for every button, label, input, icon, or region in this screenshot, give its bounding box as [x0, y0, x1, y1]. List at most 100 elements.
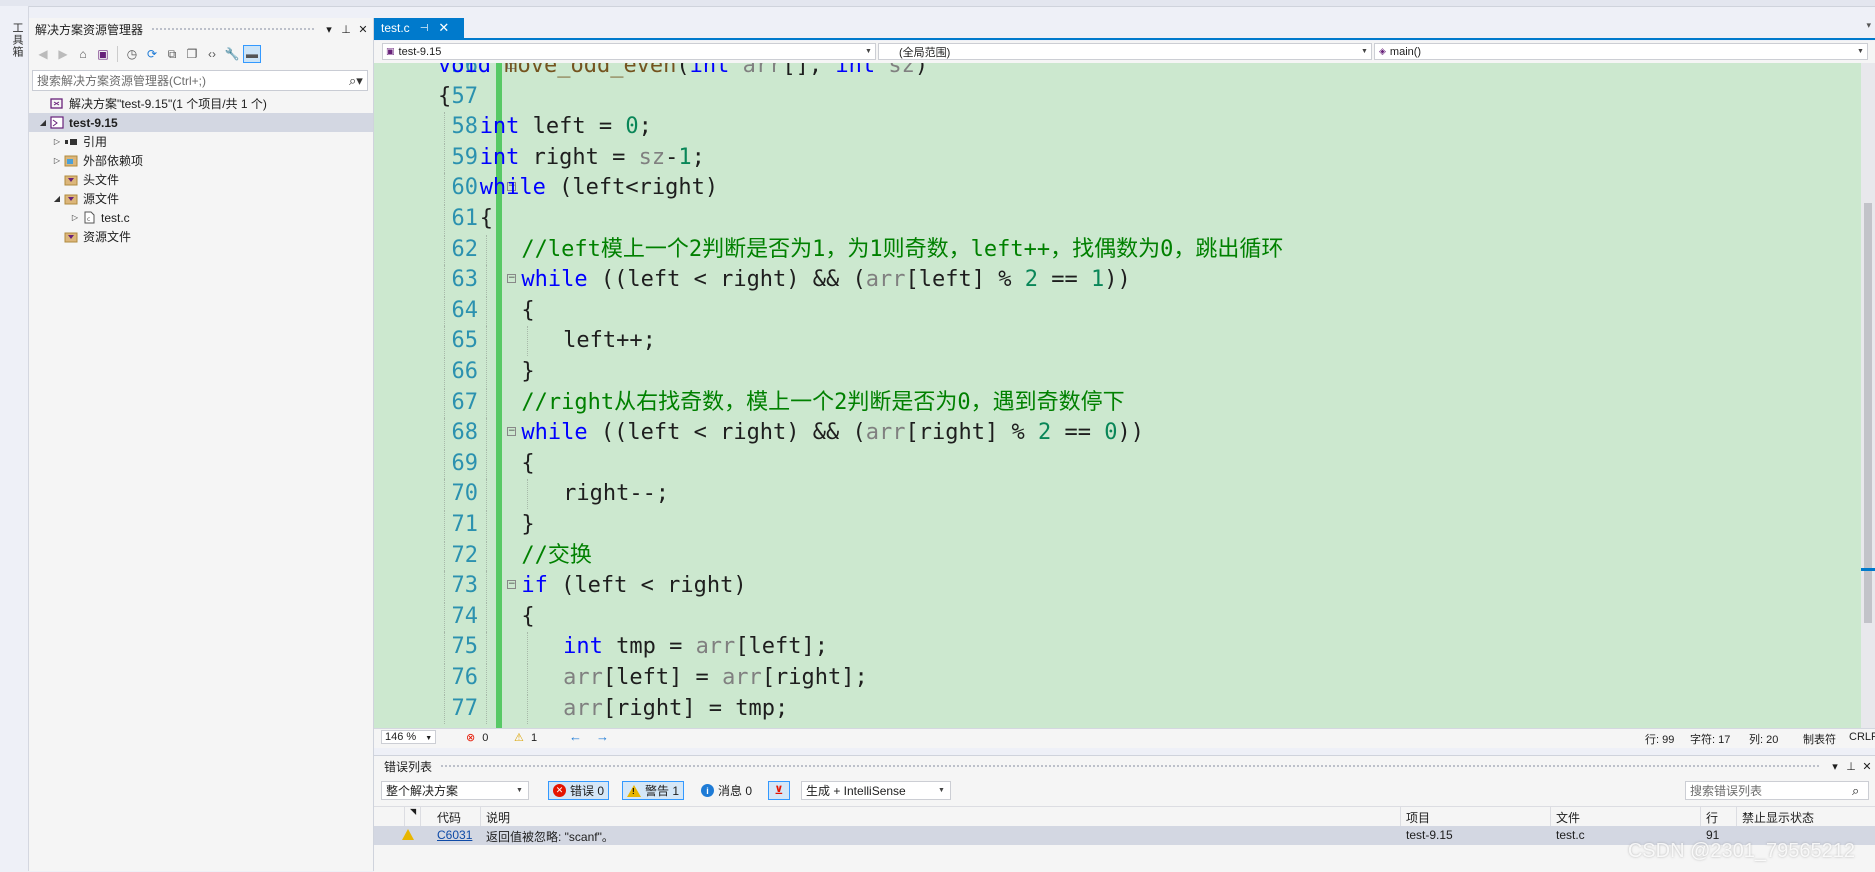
tree-item-test-c[interactable]: ▷ c test.c [29, 208, 373, 227]
collapse-all-icon[interactable]: ⧉ [163, 45, 181, 63]
tree-item-header-files[interactable]: 头文件 [29, 170, 373, 189]
code-text[interactable]: if (left < right) [521, 571, 746, 601]
column-header-line[interactable]: 行 [1706, 809, 1718, 826]
code-text[interactable]: //交换 [521, 541, 592, 571]
column-indicator[interactable]: 列: 20 [1749, 731, 1778, 747]
member-dropdown[interactable]: ◈ main() ▼ [1374, 43, 1868, 60]
error-count[interactable]: ⊗ 0 [466, 731, 488, 744]
column-separator[interactable] [1700, 807, 1701, 826]
pin-icon[interactable]: ⊣ [420, 23, 429, 34]
code-line[interactable]: 66} [374, 357, 1861, 387]
code-editor[interactable]: 56− void move_odd_even(int arr[], int sz)… [374, 63, 1861, 728]
close-icon[interactable]: ✕ [356, 23, 370, 36]
view-code-icon[interactable]: ‹› [203, 45, 221, 63]
code-line[interactable]: 61{ [374, 204, 1861, 234]
column-separator[interactable] [420, 807, 421, 826]
code-line[interactable]: 72 //交换 [374, 540, 1861, 571]
forward-icon[interactable]: ▶ [54, 45, 72, 63]
code-text[interactable]: //left模上一个2判断是否为1，为1则奇数，left++，找偶数为0，跳出循… [521, 235, 1283, 265]
toolbox-label[interactable]: 工具箱 [9, 22, 25, 58]
dropdown-icon[interactable]: ▾ [1827, 760, 1843, 773]
pending-changes-filter-icon[interactable]: ◷ [123, 45, 141, 63]
tree-item-resource-files[interactable]: 资源文件 [29, 227, 373, 246]
pin-icon[interactable]: ⊥ [339, 23, 353, 36]
messages-filter-button[interactable]: i 消息 0 [696, 781, 757, 800]
code-text[interactable]: { [438, 82, 451, 112]
code-line[interactable]: 59 int right = sz-1; [374, 142, 1861, 173]
clear-filter-button[interactable]: ⊻ [768, 781, 790, 800]
tree-item-references[interactable]: ▷ 引用 [29, 132, 373, 151]
navigate-back-icon[interactable]: ← [569, 729, 582, 744]
code-text[interactable]: int tmp = arr[left]; [563, 632, 828, 662]
navigate-forward-icon[interactable]: → [596, 729, 609, 744]
code-line[interactable]: 69 { [374, 448, 1861, 479]
code-text[interactable]: while (left<right) [480, 173, 718, 203]
code-line[interactable]: 63 − while ((left < right) && (arr[left] %… [374, 265, 1861, 296]
tabs-indicator[interactable]: 制表符 [1803, 731, 1836, 747]
errors-filter-button[interactable]: ✕ 错误 0 [548, 781, 610, 800]
column-separator[interactable] [1550, 807, 1551, 826]
code-text[interactable]: int right = sz-1; [480, 143, 705, 173]
code-text[interactable]: } [521, 357, 534, 387]
line-ending-indicator[interactable]: CRLF [1849, 731, 1875, 743]
preview-selected-icon[interactable]: ▬ [243, 45, 261, 63]
properties-icon[interactable]: 🔧 [223, 45, 241, 63]
code-line[interactable]: 70 right--; [374, 479, 1861, 510]
code-text[interactable]: { [521, 296, 534, 326]
column-header-description[interactable]: 说明 [486, 809, 510, 826]
collapse-region-icon[interactable]: − [507, 580, 516, 590]
code-text[interactable]: { [521, 449, 534, 479]
code-text[interactable]: arr[left] = arr[right]; [563, 663, 868, 693]
code-line[interactable]: 71} [374, 510, 1861, 540]
expanded-arrow-icon[interactable]: ◢ [37, 118, 49, 127]
collapse-region-icon[interactable]: − [507, 274, 516, 284]
code-text[interactable]: } [521, 510, 534, 540]
zoom-value[interactable]: 146 % [385, 731, 416, 743]
tab-label[interactable]: test.c [381, 21, 410, 35]
toolbox-strip[interactable]: 工具箱 [0, 6, 29, 871]
code-text[interactable]: while ((left < right) && (arr[right] % 2… [521, 418, 1144, 448]
titlebar-grip[interactable] [440, 763, 1819, 769]
solution-search-placeholder[interactable]: 搜索解决方案资源管理器(Ctrl+;) [33, 72, 349, 89]
code-line[interactable]: 68 − while ((left < right) && (arr[right] … [374, 418, 1861, 449]
close-tab-icon[interactable]: ✕ [438, 20, 449, 36]
error-list-search-placeholder[interactable]: 搜索错误列表 [1686, 782, 1852, 799]
char-indicator[interactable]: 字符: 17 [1690, 731, 1730, 747]
dropdown-icon[interactable]: ▾ [322, 23, 336, 36]
collapsed-arrow-icon[interactable]: ▷ [51, 137, 63, 146]
code-text[interactable]: right--; [563, 479, 669, 509]
code-text[interactable]: { [480, 204, 493, 234]
code-text[interactable]: void move_odd_even(int arr[], int sz) [438, 63, 928, 81]
column-header-project[interactable]: 项目 [1406, 809, 1430, 826]
code-line[interactable]: 77 arr[right] = tmp; [374, 693, 1861, 724]
tree-item-project[interactable]: ◢ test-9.15 [29, 113, 373, 132]
close-icon[interactable]: ✕ [1859, 760, 1875, 773]
switch-views-icon[interactable]: ▣ [94, 45, 112, 63]
tree-item-solution[interactable]: 解决方案"test-9.15"(1 个项目/共 1 个) [29, 94, 373, 113]
code-text[interactable]: { [521, 602, 534, 632]
home-icon[interactable]: ⌂ [74, 45, 92, 63]
show-all-files-icon[interactable]: ❐ [183, 45, 201, 63]
code-text[interactable]: left++; [563, 326, 656, 356]
code-line[interactable]: 57{ [374, 82, 1861, 112]
tab-test-c[interactable]: test.c ⊣ ✕ [374, 18, 464, 38]
code-line[interactable]: 67 //right从右找奇数，模上一个2判断是否为0，遇到奇数停下 [374, 387, 1861, 418]
code-text[interactable]: //right从右找奇数，模上一个2判断是否为0，遇到奇数停下 [521, 388, 1124, 418]
scope-filter-dropdown[interactable]: 整个解决方案 ▼ [381, 781, 529, 800]
tree-item-external-deps[interactable]: ▷ 外部依赖项 [29, 151, 373, 170]
column-separator[interactable] [404, 807, 405, 826]
back-icon[interactable]: ◀ [34, 45, 52, 63]
code-line[interactable]: 75 int tmp = arr[left]; [374, 632, 1861, 663]
column-separator[interactable] [1736, 807, 1737, 826]
scope-dropdown[interactable]: (全局范围) ▼ [878, 43, 1372, 60]
code-line[interactable]: 76 arr[left] = arr[right]; [374, 663, 1861, 693]
zoom-dropdown[interactable]: 146 % ▼ [381, 730, 437, 744]
refresh-icon[interactable]: ⟳ [143, 45, 161, 63]
column-header-suppression[interactable]: 禁止显示状态 [1742, 809, 1814, 826]
warning-count[interactable]: ⚠ 1 [514, 731, 537, 744]
column-header-file[interactable]: 文件 [1556, 809, 1580, 826]
build-filter-dropdown[interactable]: 生成 + IntelliSense ▼ [801, 781, 951, 800]
tab-overflow-dropdown-icon[interactable]: ▾ [1866, 20, 1871, 31]
code-line[interactable]: 56− void move_odd_even(int arr[], int sz) [374, 63, 1861, 81]
titlebar-grip[interactable] [151, 26, 314, 32]
